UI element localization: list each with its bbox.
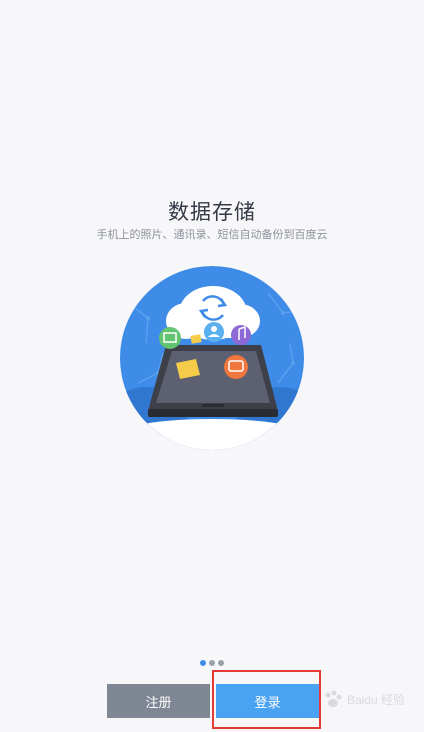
- music-icon: [231, 325, 251, 345]
- message-icon: [224, 355, 248, 379]
- page-title: 数据存储: [168, 200, 256, 224]
- photo-icon: [159, 327, 181, 349]
- tablet-icon: [148, 345, 278, 417]
- contacts-icon: [204, 322, 224, 342]
- page-dot: [200, 660, 206, 666]
- cloud-backup-illustration: [120, 266, 304, 450]
- watermark: Baidu 经验: [322, 678, 420, 722]
- register-button[interactable]: 注册: [107, 684, 210, 718]
- watermark-text: Baidu 经验: [347, 693, 406, 707]
- page-subtitle: 手机上的照片、通讯录、短信自动备份到百度云: [96, 228, 328, 241]
- paw-icon: [325, 690, 342, 707]
- page-indicator: [0, 660, 424, 666]
- page-dot: [209, 660, 215, 666]
- login-button[interactable]: 登录: [216, 684, 319, 718]
- page-dot: [218, 660, 224, 666]
